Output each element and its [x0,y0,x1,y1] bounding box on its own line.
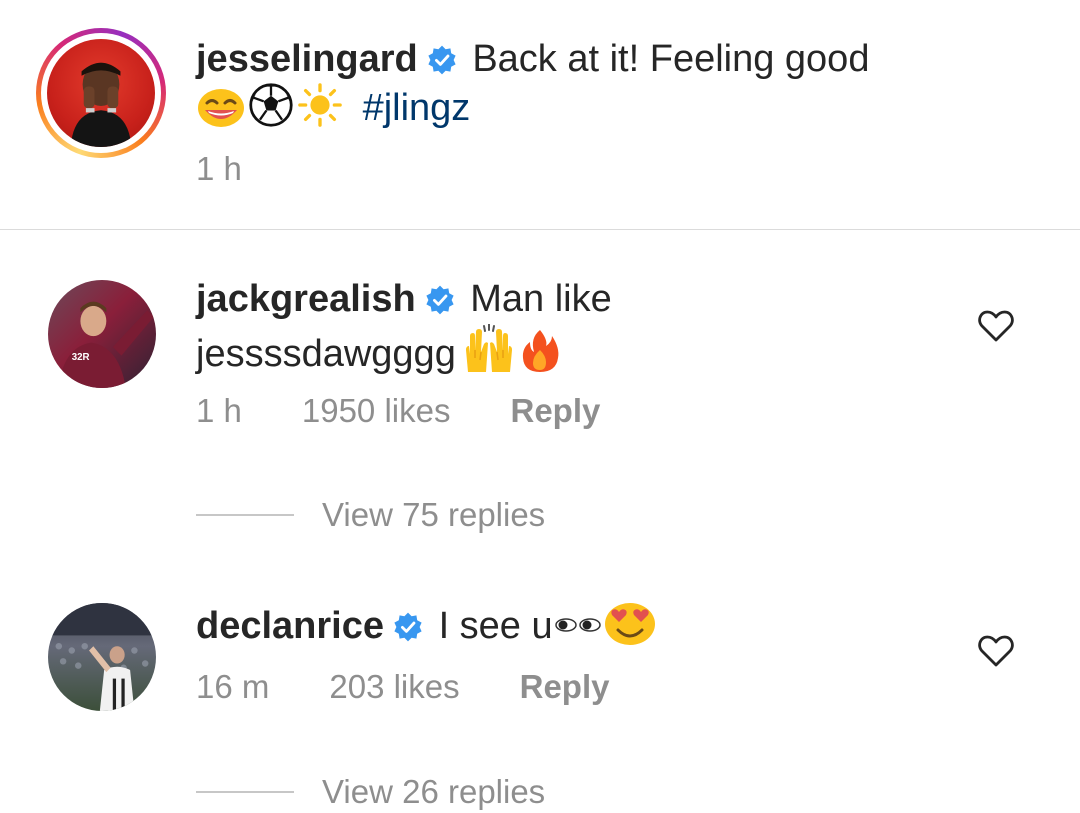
comment-meta: 16 m 203 likes Reply [196,668,670,706]
verified-badge-icon [426,285,454,315]
likes-count[interactable]: 1950 likes [302,392,451,429]
heart-eyes-icon [604,603,655,645]
divider [0,229,1080,230]
comment-meta: 1 h 1950 likes Reply [196,392,660,430]
caption-timestamp: 1 h [196,150,242,187]
view-replies-button[interactable]: View 26 replies [196,772,545,812]
comment-text: I see u [438,605,553,647]
raising-hands-icon [465,324,512,372]
replies-divider-line [196,514,294,516]
reply-button[interactable]: Reply [510,392,600,429]
soccer-ball-icon [249,83,293,127]
comment-text: Man like [470,278,612,320]
story-ring[interactable] [36,28,166,158]
comment-line-1: jackgrealish Man like [196,276,612,322]
caption-meta: 1 h [196,150,302,188]
comment-line-1: declanrice I see u [196,600,657,649]
caption-line-1: jesselingard Back at it! Feeling good [196,36,869,82]
post-caption: jesselingard Back at it! Feeling good #j… [0,0,1080,230]
replies-divider-line [196,791,294,793]
verified-badge-icon [428,45,456,75]
hashtag-link[interactable]: #jlingz [363,87,471,129]
eyes-icon [554,618,601,632]
sun-icon [298,83,342,127]
verified-badge-icon [394,612,422,642]
comment-text-continued: jessssdawgggg [196,333,456,375]
caption-line-2: #jlingz [196,82,470,131]
profile-photo-icon: 32R [58,301,154,388]
avatar-declanrice[interactable] [48,603,156,711]
heart-icon[interactable] [978,635,1014,667]
username-jesselingard[interactable]: jesselingard [196,38,418,80]
comment-timestamp: 16 m [196,668,270,705]
avatar-jesselingard[interactable] [47,39,155,147]
heart-icon[interactable] [978,310,1014,342]
profile-photo-icon [70,62,132,147]
svg-text:32R: 32R [72,352,90,363]
avatar-jackgrealish[interactable]: 32R [48,280,156,388]
view-replies-label: View 75 replies [322,496,546,533]
likes-count[interactable]: 203 likes [329,668,459,705]
caption-text: Back at it! Feeling good [472,38,870,80]
reply-button[interactable]: Reply [520,668,610,705]
username-jackgrealish[interactable]: jackgrealish [196,278,416,320]
view-replies-button[interactable]: View 75 replies [196,495,545,535]
view-replies-label: View 26 replies [322,773,546,810]
comment-timestamp: 1 h [196,392,242,429]
fire-icon [522,330,559,372]
comment-line-2: jessssdawgggg [196,324,560,377]
username-declanrice[interactable]: declanrice [196,605,384,647]
profile-photo-icon [48,603,156,711]
smiling-face-icon [198,89,244,127]
